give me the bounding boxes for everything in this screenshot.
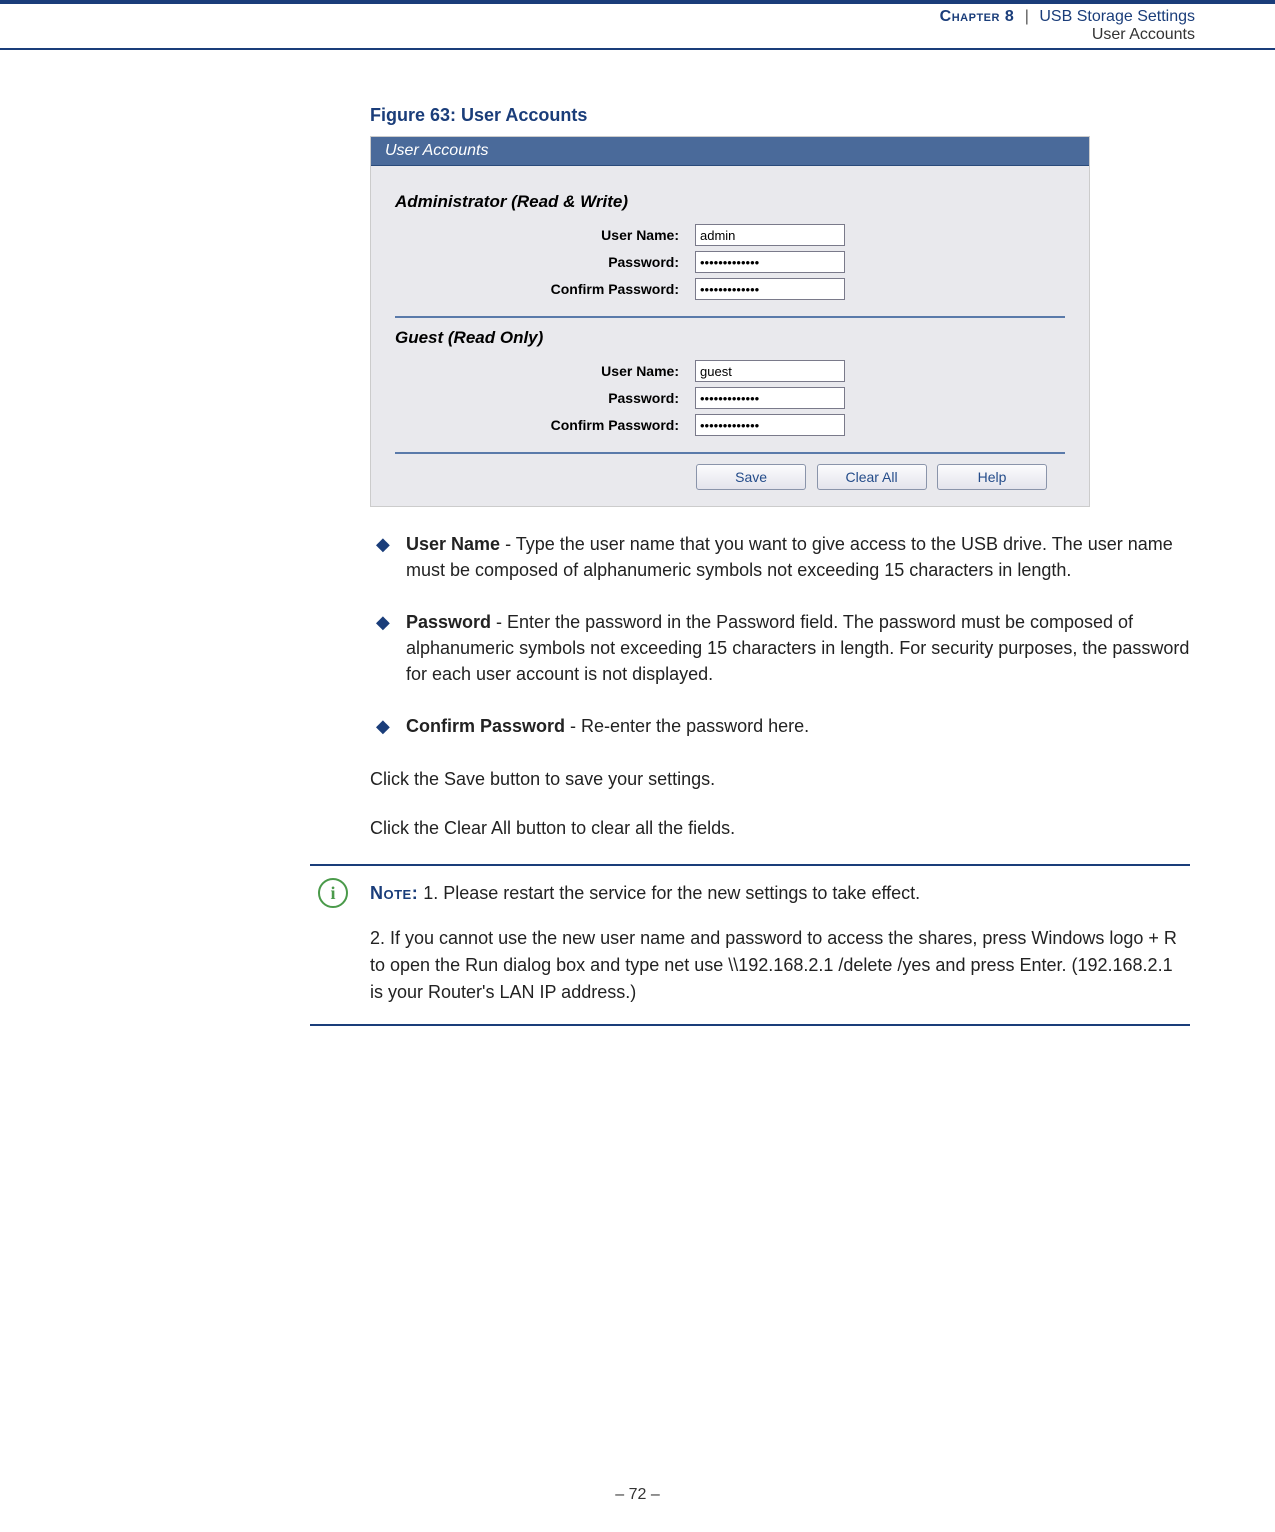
note-text-2: 2. If you cannot use the new user name a… (370, 925, 1190, 1006)
clear-instruction: Click the Clear All button to clear all … (370, 815, 1190, 842)
guest-confirm-input[interactable] (695, 414, 845, 436)
clear-all-button[interactable]: Clear All (817, 464, 927, 490)
bullet-icon: ◆ (370, 609, 406, 687)
save-instruction: Click the Save button to save your setti… (370, 766, 1190, 793)
user-accounts-panel: User Accounts Administrator (Read & Writ… (370, 136, 1090, 507)
bullet-icon: ◆ (370, 713, 406, 739)
divider (395, 316, 1065, 318)
help-button[interactable]: Help (937, 464, 1047, 490)
note-text-1: 1. Please restart the service for the ne… (418, 883, 920, 903)
guest-username-input[interactable] (695, 360, 845, 382)
label-admin-username: User Name: (395, 227, 695, 243)
separator: | (1025, 8, 1029, 25)
admin-confirm-input[interactable] (695, 278, 845, 300)
list-item: ◆ Password - Enter the password in the P… (370, 609, 1190, 687)
list-item: ◆ User Name - Type the user name that yo… (370, 531, 1190, 583)
label-admin-confirm: Confirm Password: (395, 281, 695, 297)
label-guest-username: User Name: (395, 363, 695, 379)
guest-password-input[interactable] (695, 387, 845, 409)
note-label: Note: (370, 883, 418, 903)
panel-title: User Accounts (371, 137, 1089, 166)
admin-password-input[interactable] (695, 251, 845, 273)
list-item: ◆ Confirm Password - Re-enter the passwo… (370, 713, 1190, 739)
label-guest-password: Password: (395, 390, 695, 406)
guest-section-heading: Guest (Read Only) (395, 328, 1065, 348)
note-block: i Note: 1. Please restart the service fo… (310, 864, 1190, 1026)
chapter-title: USB Storage Settings (1039, 8, 1195, 25)
page-number: – 72 – (0, 1486, 1275, 1504)
label-guest-confirm: Confirm Password: (395, 417, 695, 433)
bullet-icon: ◆ (370, 531, 406, 583)
divider (395, 452, 1065, 454)
label-admin-password: Password: (395, 254, 695, 270)
figure-caption: Figure 63: User Accounts (370, 105, 1190, 126)
chapter-label: Chapter 8 (940, 8, 1015, 25)
field-description-list: ◆ User Name - Type the user name that yo… (370, 531, 1190, 740)
info-icon: i (318, 878, 348, 908)
page-header: Chapter 8 | USB Storage Settings User Ac… (0, 0, 1275, 50)
chapter-subtitle: User Accounts (0, 26, 1195, 44)
save-button[interactable]: Save (696, 464, 806, 490)
admin-username-input[interactable] (695, 224, 845, 246)
admin-section-heading: Administrator (Read & Write) (395, 192, 1065, 212)
